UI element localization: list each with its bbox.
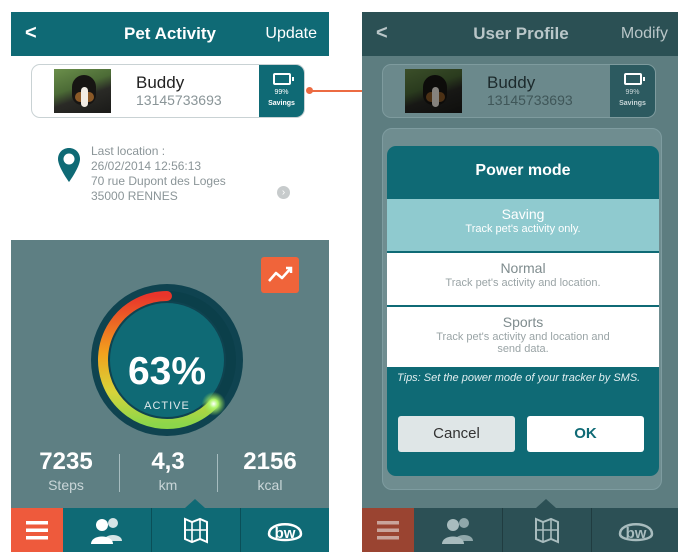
power-mode-label: Savings <box>268 100 295 107</box>
modify-button[interactable]: Modify <box>621 25 668 43</box>
pet-activity-screen: < Pet Activity Update Buddy 13145733693 … <box>11 12 329 552</box>
trend-chart-button[interactable] <box>261 257 299 293</box>
location-details-chevron-icon[interactable]: › <box>277 186 290 199</box>
bw-logo-icon: bw <box>267 523 303 542</box>
tab-friends[interactable] <box>414 508 502 552</box>
tab-menu[interactable] <box>362 508 414 552</box>
option-description: Track pet's activity only. <box>465 223 581 235</box>
activity-stats: 7235 Steps 4,3 km 2156 kcal <box>11 448 329 498</box>
option-name: Normal <box>500 260 546 276</box>
power-mode-badge[interactable]: 99% Savings <box>610 65 655 117</box>
bw-logo-icon: bw <box>618 523 654 542</box>
map-icon <box>184 517 208 544</box>
power-option-normal[interactable]: Normal Track pet's activity and location… <box>387 253 659 305</box>
distance-value: 4,3 <box>151 448 185 475</box>
power-mode-dialog: Power mode Saving Track pet's activity o… <box>387 146 659 476</box>
activity-gauge: 63% ACTIVE <box>87 280 247 440</box>
pet-name: Buddy <box>136 73 185 92</box>
pet-card[interactable]: Buddy 13145733693 99% Savings <box>31 64 305 118</box>
pet-phone: 13145733693 <box>487 92 573 108</box>
location-street: 70 rue Dupont des Loges <box>91 174 226 188</box>
stat-steps: 7235 Steps <box>21 448 111 493</box>
trend-chart-icon <box>268 266 293 282</box>
map-icon <box>535 517 559 544</box>
stat-divider <box>119 454 120 492</box>
stat-distance: 4,3 km <box>123 448 213 493</box>
activity-percent: 63% <box>127 350 207 393</box>
connector-line <box>310 90 370 92</box>
power-option-saving[interactable]: Saving Track pet's activity only. <box>387 199 659 251</box>
tab-friends[interactable] <box>63 508 151 552</box>
calories-unit: kcal <box>257 477 283 493</box>
dialog-title: Power mode <box>475 162 571 179</box>
friends-icon <box>442 518 473 544</box>
pet-phone: 13145733693 <box>136 92 222 108</box>
tab-menu[interactable] <box>11 508 63 552</box>
location-pin-icon <box>58 148 80 182</box>
tab-home[interactable]: bw <box>592 508 678 552</box>
battery-percent: 99% <box>625 89 640 96</box>
bottom-tab-bar: bw <box>362 499 678 552</box>
ok-button[interactable]: OK <box>527 416 644 452</box>
location-label: Last location : <box>91 144 166 158</box>
steps-unit: Steps <box>48 477 84 493</box>
tab-map[interactable] <box>503 508 591 552</box>
option-name: Sports <box>502 314 544 330</box>
activity-panel: 63% ACTIVE 7235 Steps 4,3 km 2156 kcal <box>11 240 329 510</box>
pet-card[interactable]: Buddy 13145733693 99% Savings <box>382 64 656 118</box>
power-mode-label: Savings <box>619 100 646 107</box>
svg-text:bw: bw <box>275 525 296 542</box>
option-name: Saving <box>501 206 545 222</box>
power-option-sports[interactable]: Sports Track pet's activity and location… <box>387 307 659 367</box>
pet-photo <box>405 69 462 113</box>
dialog-tips: Tips: Set the power mode of your tracker… <box>397 372 641 384</box>
distance-unit: km <box>158 477 178 493</box>
cancel-button[interactable]: Cancel <box>398 416 515 452</box>
friends-icon <box>91 518 122 544</box>
option-description: Track pet's activity and location. <box>445 277 601 289</box>
pet-name: Buddy <box>487 73 536 92</box>
bottom-tab-bar: bw <box>11 499 329 552</box>
battery-icon <box>273 73 294 85</box>
activity-label: ACTIVE <box>144 400 190 412</box>
calories-value: 2156 <box>243 448 297 475</box>
battery-icon <box>624 73 645 85</box>
update-button[interactable]: Update <box>265 25 317 43</box>
stat-divider <box>217 454 218 492</box>
svg-text:bw: bw <box>626 525 647 542</box>
last-location: Last location : 26/02/2014 12:56:13 70 r… <box>91 144 226 204</box>
steps-value: 7235 <box>39 448 93 475</box>
option-description: Track pet's activity and location and se… <box>436 331 610 355</box>
menu-icon <box>377 521 399 540</box>
power-mode-badge[interactable]: 99% Savings <box>259 65 304 117</box>
pet-photo <box>54 69 111 113</box>
location-city: 35000 RENNES <box>91 189 178 203</box>
header-bar: < Pet Activity Update <box>11 12 329 56</box>
battery-percent: 99% <box>274 89 289 96</box>
tab-map[interactable] <box>152 508 240 552</box>
stat-calories: 2156 kcal <box>225 448 315 493</box>
location-datetime: 26/02/2014 12:56:13 <box>91 159 202 173</box>
user-profile-screen: < User Profile Modify Buddy 13145733693 … <box>362 12 678 552</box>
header-bar: < User Profile Modify <box>362 12 678 56</box>
tab-home[interactable]: bw <box>241 508 329 552</box>
menu-icon <box>26 521 48 540</box>
